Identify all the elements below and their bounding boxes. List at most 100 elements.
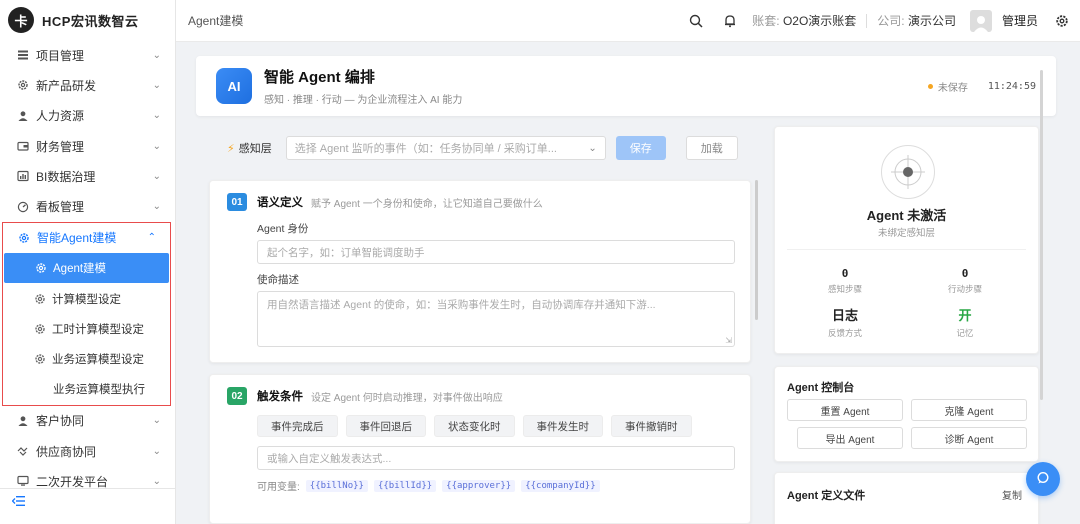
- handshake-icon: [16, 444, 30, 458]
- sidebar-item-dashboard[interactable]: 看板管理 ⌄: [0, 191, 175, 221]
- step-description: 设定 Agent 何时启动推理，对事件做出响应: [311, 392, 503, 404]
- step-number-badge: 01: [227, 193, 247, 211]
- agent-modeling-group: 智能Agent建模 ⌃ Agent建模 计算模型设定 工时计算模型设定 业务运算…: [2, 221, 171, 406]
- account-selector[interactable]: 账套: O2O演示账套: [752, 12, 856, 29]
- chevron-down-icon: ⌄: [152, 201, 161, 213]
- breadcrumb: Agent建模: [188, 14, 244, 28]
- copy-button[interactable]: 复制: [1002, 487, 1022, 502]
- subitem-agent-modeling[interactable]: Agent建模: [4, 253, 169, 284]
- sense-layer-text: 感知层: [238, 143, 272, 155]
- settings-gear-icon[interactable]: [1054, 13, 1070, 29]
- trigger-chip[interactable]: 事件发生时: [522, 415, 603, 437]
- trigger-chip[interactable]: 状态变化时: [434, 415, 515, 437]
- builder-scrollbar[interactable]: [755, 180, 758, 320]
- available-variables: 可用变量: {{billNo}} {{billId}} {{approver}}…: [257, 478, 750, 493]
- bell-icon[interactable]: [722, 13, 738, 29]
- trigger-condition-card: 02 触发条件 设定 Agent 何时启动推理，对事件做出响应 事件完成后 事件…: [209, 374, 751, 524]
- gear-icon: [16, 78, 30, 92]
- sidebar-item-finance[interactable]: 财务管理 ⌄: [0, 131, 175, 161]
- subitem-calc-model[interactable]: 计算模型设定: [3, 283, 170, 313]
- subitem-biz-calc-exec[interactable]: 业务运算模型执行: [3, 374, 170, 404]
- trigger-expression-input[interactable]: 或输入自定义触发表达式...: [257, 446, 735, 470]
- user-name[interactable]: 管理员: [1002, 12, 1038, 29]
- chat-assistant-button[interactable]: [1026, 462, 1060, 496]
- search-icon[interactable]: [688, 13, 704, 29]
- sense-event-select[interactable]: 选择 Agent 监听的事件（如：任务协同单 / 采购订单... ⌄: [285, 136, 606, 160]
- gear-icon: [33, 292, 46, 305]
- sidebar-item-rd[interactable]: 新产品研发 ⌄: [0, 70, 175, 100]
- trigger-chips: 事件完成后 事件回退后 状态变化时 事件发生时 事件撤销时: [257, 415, 750, 437]
- variable-tag[interactable]: {{companyId}}: [521, 479, 600, 492]
- diagnose-agent-button[interactable]: 诊断 Agent: [911, 427, 1027, 449]
- chevron-down-icon: ⌄: [152, 79, 161, 91]
- subitem-label: 工时计算模型设定: [52, 323, 144, 336]
- sidebar-item-label: 智能Agent建模: [37, 231, 117, 246]
- sidebar-item-label: 财务管理: [36, 139, 85, 154]
- chart-icon: [16, 169, 30, 183]
- resize-grip-icon[interactable]: ⇲: [725, 336, 732, 345]
- sidebar-item-devplatform[interactable]: 二次开发平台 ⌄: [0, 466, 175, 496]
- variable-tag[interactable]: {{approver}}: [442, 479, 516, 492]
- variable-tag[interactable]: {{billId}}: [373, 479, 437, 492]
- agent-identity-input[interactable]: 起个名字，如：订单智能调度助手: [257, 240, 735, 264]
- subitem-label: 计算模型设定: [52, 293, 121, 306]
- stat-value: 日志: [831, 308, 858, 323]
- sense-layer-label: ⚡ 感知层: [227, 140, 272, 156]
- stat-sense-steps: 0 感知步骤: [795, 267, 895, 295]
- subitem-label: 业务运算模型执行: [53, 384, 145, 397]
- sidebar-item-project[interactable]: 项目管理 ⌄: [0, 40, 175, 70]
- step-number-badge: 02: [227, 387, 247, 405]
- sidebar-divider: [0, 488, 175, 489]
- trigger-chip[interactable]: 事件完成后: [257, 415, 338, 437]
- sidebar-item-supplier[interactable]: 供应商协同 ⌄: [0, 436, 175, 466]
- user-icon: [16, 414, 30, 428]
- chevron-down-icon: ⌄: [152, 110, 161, 122]
- subitem-biz-calc-model[interactable]: 业务运算模型设定: [3, 344, 170, 374]
- save-status-text: 未保存: [937, 82, 968, 94]
- load-button[interactable]: 加载: [685, 136, 738, 160]
- export-agent-button[interactable]: 导出 Agent: [797, 427, 903, 449]
- mission-textarea[interactable]: 用自然语言描述 Agent 的使命，如：当采购事件发生时，自动协调库存并通知下游…: [257, 291, 735, 347]
- monitor-icon: [16, 474, 30, 488]
- chevron-down-icon: ⌄: [152, 140, 161, 152]
- step-description: 赋予 Agent 一个身份和使命，让它知道自己要做什么: [311, 198, 543, 210]
- sidebar-item-label: 新产品研发: [36, 78, 97, 93]
- variable-tag[interactable]: {{billNo}}: [305, 479, 368, 492]
- subitem-label: Agent建模: [53, 263, 107, 276]
- page-scrollbar[interactable]: [1040, 70, 1043, 400]
- agent-status-subtitle: 未绑定感知层: [877, 228, 935, 239]
- chevron-up-icon: ⌃: [147, 232, 156, 244]
- title-card: AI 智能 Agent 编排 感知 · 推理 · 行动 — 为企业流程注入 AI…: [196, 56, 1056, 116]
- stat-feedback-mode: 日志 反馈方式: [795, 305, 895, 339]
- brand[interactable]: 卡 HCP宏讯数智云: [0, 0, 175, 40]
- main-content: AI 智能 Agent 编排 感知 · 推理 · 行动 — 为企业流程注入 AI…: [196, 56, 1056, 524]
- company-selector[interactable]: 公司: 演示公司: [877, 12, 956, 29]
- trigger-chip[interactable]: 事件撤销时: [611, 415, 692, 437]
- page-subtitle: 感知 · 推理 · 行动 — 为企业流程注入 AI 能力: [264, 95, 463, 106]
- status-divider: [787, 249, 1026, 250]
- sidebar-item-label: 项目管理: [36, 48, 85, 63]
- definition-title: Agent 定义文件: [787, 490, 866, 502]
- reset-agent-button[interactable]: 重置 Agent: [787, 399, 903, 421]
- gear-icon: [34, 262, 47, 275]
- account-value: O2O演示账套: [782, 14, 857, 28]
- stat-value: 开: [958, 308, 972, 323]
- save-button[interactable]: 保存: [615, 136, 666, 160]
- sidebar-item-agent-modeling[interactable]: 智能Agent建模 ⌃: [3, 223, 170, 253]
- collapse-sidebar-icon[interactable]: [11, 495, 26, 510]
- sidebar-item-bi[interactable]: BI数据治理 ⌄: [0, 161, 175, 191]
- step-title: 语义定义: [257, 197, 303, 209]
- sidebar-item-customer[interactable]: 客户协同 ⌄: [0, 406, 175, 436]
- agent-status-card: Agent 未激活 未绑定感知层 0 感知步骤 0 行动步骤 日志 反馈方式 开…: [774, 126, 1039, 354]
- subitem-label: 业务运算模型设定: [52, 354, 144, 367]
- ai-badge: AI: [216, 68, 252, 104]
- variables-label: 可用变量:: [257, 482, 300, 493]
- avatar[interactable]: [969, 9, 992, 32]
- subitem-worktime-model[interactable]: 工时计算模型设定: [3, 314, 170, 344]
- list-icon: [16, 48, 30, 62]
- sidebar-item-hr[interactable]: 人力资源 ⌄: [0, 101, 175, 131]
- trigger-chip[interactable]: 事件回退后: [345, 415, 426, 437]
- clone-agent-button[interactable]: 克隆 Agent: [911, 399, 1027, 421]
- sidebar: 卡 HCP宏讯数智云 项目管理 ⌄ 新产品研发 ⌄ 人力资源 ⌄ 财务管理 ⌄ …: [0, 0, 176, 524]
- agent-console-card: Agent 控制台 重置 Agent 克隆 Agent 导出 Agent 诊断 …: [774, 366, 1039, 462]
